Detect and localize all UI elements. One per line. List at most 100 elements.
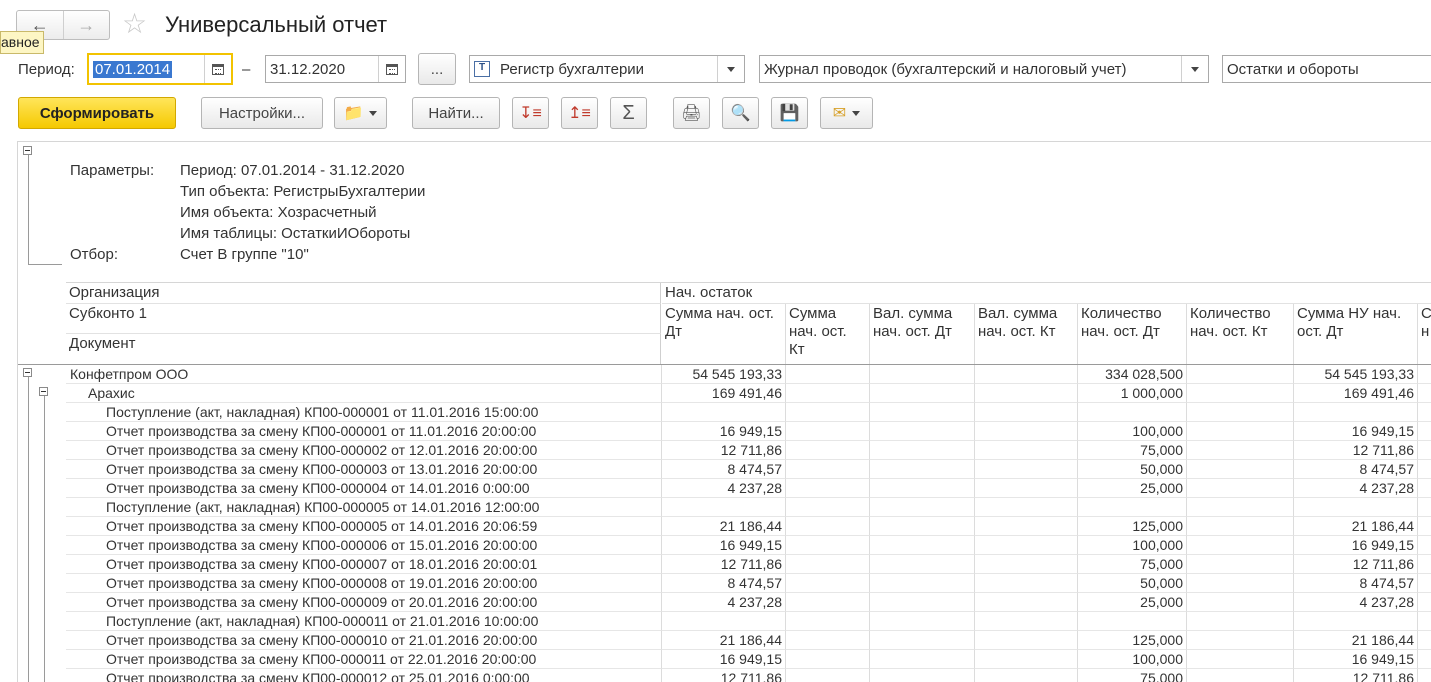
dropdown-button[interactable] [1181, 56, 1208, 82]
table-cell[interactable] [975, 365, 1078, 384]
table-cell[interactable] [870, 536, 975, 555]
table-cell[interactable] [870, 574, 975, 593]
table-cell[interactable] [870, 384, 975, 403]
settings-button[interactable]: Настройки... [201, 97, 323, 129]
table-cell[interactable] [1418, 650, 1431, 669]
row-label[interactable]: Поступление (акт, накладная) КП00-000005… [66, 498, 662, 517]
table-cell[interactable] [975, 631, 1078, 650]
table-cell[interactable]: 8 474,57 [662, 460, 786, 479]
table-row[interactable]: Отчет производства за смену КП00-000011 … [66, 650, 1431, 669]
send-button[interactable]: ✉ [820, 97, 873, 129]
table-cell[interactable] [870, 441, 975, 460]
table-cell[interactable] [1187, 517, 1294, 536]
table-cell[interactable] [1187, 612, 1294, 631]
table-cell[interactable] [870, 555, 975, 574]
row-label[interactable]: Отчет производства за смену КП00-000007 … [66, 555, 662, 574]
table-cell[interactable] [975, 517, 1078, 536]
table-cell[interactable] [975, 460, 1078, 479]
table-cell[interactable]: 4 237,28 [662, 593, 786, 612]
table-cell[interactable]: 16 949,15 [662, 536, 786, 555]
table-cell[interactable]: 21 186,44 [1294, 631, 1418, 650]
table-cell[interactable] [975, 384, 1078, 403]
table-row[interactable]: Отчет производства за смену КП00-000009 … [66, 593, 1431, 612]
table-cell[interactable] [1418, 517, 1431, 536]
table-cell[interactable] [786, 574, 870, 593]
table-cell[interactable]: 12 711,86 [662, 441, 786, 460]
table-cell[interactable]: 334 028,500 [1078, 365, 1187, 384]
table-cell[interactable] [870, 498, 975, 517]
table-cell[interactable] [975, 441, 1078, 460]
calendar-button[interactable] [378, 56, 405, 82]
star-icon[interactable]: ☆ [122, 9, 147, 39]
row-label[interactable]: Отчет производства за смену КП00-000010 … [66, 631, 662, 650]
table-cell[interactable] [1418, 403, 1431, 422]
table-cell[interactable] [975, 403, 1078, 422]
row-label[interactable]: Отчет производства за смену КП00-000009 … [66, 593, 662, 612]
table-cell[interactable]: 12 711,86 [1294, 441, 1418, 460]
row-label[interactable]: Поступление (акт, накладная) КП00-000011… [66, 612, 662, 631]
table-cell[interactable] [870, 631, 975, 650]
table-cell[interactable]: 16 949,15 [662, 650, 786, 669]
table-cell[interactable] [870, 593, 975, 612]
table-cell[interactable]: 50,000 [1078, 574, 1187, 593]
table-cell[interactable]: 4 237,28 [1294, 479, 1418, 498]
table-cell[interactable] [1187, 631, 1294, 650]
table-cell[interactable]: 169 491,46 [1294, 384, 1418, 403]
table-cell[interactable] [1078, 403, 1187, 422]
row-label[interactable]: Отчет производства за смену КП00-000006 … [66, 536, 662, 555]
table-cell[interactable] [1187, 536, 1294, 555]
table-cell[interactable] [1078, 612, 1187, 631]
forward-button[interactable]: → [62, 11, 110, 39]
table-cell[interactable] [870, 479, 975, 498]
table-row[interactable]: Отчет производства за смену КП00-000007 … [66, 555, 1431, 574]
table-cell[interactable] [786, 384, 870, 403]
row-label[interactable]: Поступление (акт, накладная) КП00-000001… [66, 403, 662, 422]
period-select-button[interactable]: ... [418, 53, 456, 85]
table-cell[interactable] [975, 650, 1078, 669]
table-cell[interactable] [1187, 593, 1294, 612]
row-label[interactable]: Отчет производства за смену КП00-000001 … [66, 422, 662, 441]
table-cell[interactable]: 125,000 [1078, 517, 1187, 536]
table-cell[interactable]: 16 949,15 [1294, 422, 1418, 441]
row-label[interactable]: Арахис [66, 384, 662, 403]
table-cell[interactable]: 12 711,86 [1294, 669, 1418, 682]
table-row[interactable]: Отчет производства за смену КП00-000008 … [66, 574, 1431, 593]
collapse-icon[interactable] [23, 146, 32, 155]
table-cell[interactable]: 1 000,000 [1078, 384, 1187, 403]
table-cell[interactable] [975, 536, 1078, 555]
table-cell[interactable]: 50,000 [1078, 460, 1187, 479]
table-cell[interactable] [1187, 498, 1294, 517]
calendar-button[interactable] [204, 55, 231, 83]
table-row[interactable]: Поступление (акт, накладная) КП00-000005… [66, 498, 1431, 517]
table-row[interactable]: Конфетпром ООО 54 545 193,33 334 028,500 54… [66, 365, 1431, 384]
table-cell[interactable] [786, 403, 870, 422]
table-cell[interactable] [975, 498, 1078, 517]
table-cell[interactable] [1187, 441, 1294, 460]
table-cell[interactable]: 125,000 [1078, 631, 1187, 650]
table-cell[interactable] [1187, 479, 1294, 498]
table-select[interactable]: Остатки и обороты [1222, 55, 1431, 83]
table-cell[interactable]: 12 711,86 [1294, 555, 1418, 574]
print-button[interactable]: 🖨 [673, 97, 710, 129]
row-label[interactable]: Отчет производства за смену КП00-000004 … [66, 479, 662, 498]
table-row[interactable]: Отчет производства за смену КП00-000010 … [66, 631, 1431, 650]
period-to-field[interactable]: 31.12.2020 [265, 55, 406, 83]
table-cell[interactable]: 54 545 193,33 [662, 365, 786, 384]
table-row[interactable]: Отчет производства за смену КП00-000006 … [66, 536, 1431, 555]
table-cell[interactable] [1078, 498, 1187, 517]
table-cell[interactable] [1418, 498, 1431, 517]
table-cell[interactable]: 75,000 [1078, 441, 1187, 460]
table-cell[interactable] [1418, 593, 1431, 612]
table-cell[interactable]: 16 949,15 [662, 422, 786, 441]
row-label[interactable]: Отчет производства за смену КП00-000002 … [66, 441, 662, 460]
collapse-icon[interactable] [39, 387, 48, 396]
table-cell[interactable]: 16 949,15 [1294, 536, 1418, 555]
table-row[interactable]: Отчет производства за смену КП00-000001 … [66, 422, 1431, 441]
table-cell[interactable] [1418, 422, 1431, 441]
table-cell[interactable] [786, 441, 870, 460]
table-cell[interactable] [1418, 365, 1431, 384]
table-cell[interactable] [1187, 574, 1294, 593]
table-cell[interactable] [1187, 555, 1294, 574]
table-cell[interactable] [975, 555, 1078, 574]
dropdown-button[interactable] [717, 56, 744, 82]
